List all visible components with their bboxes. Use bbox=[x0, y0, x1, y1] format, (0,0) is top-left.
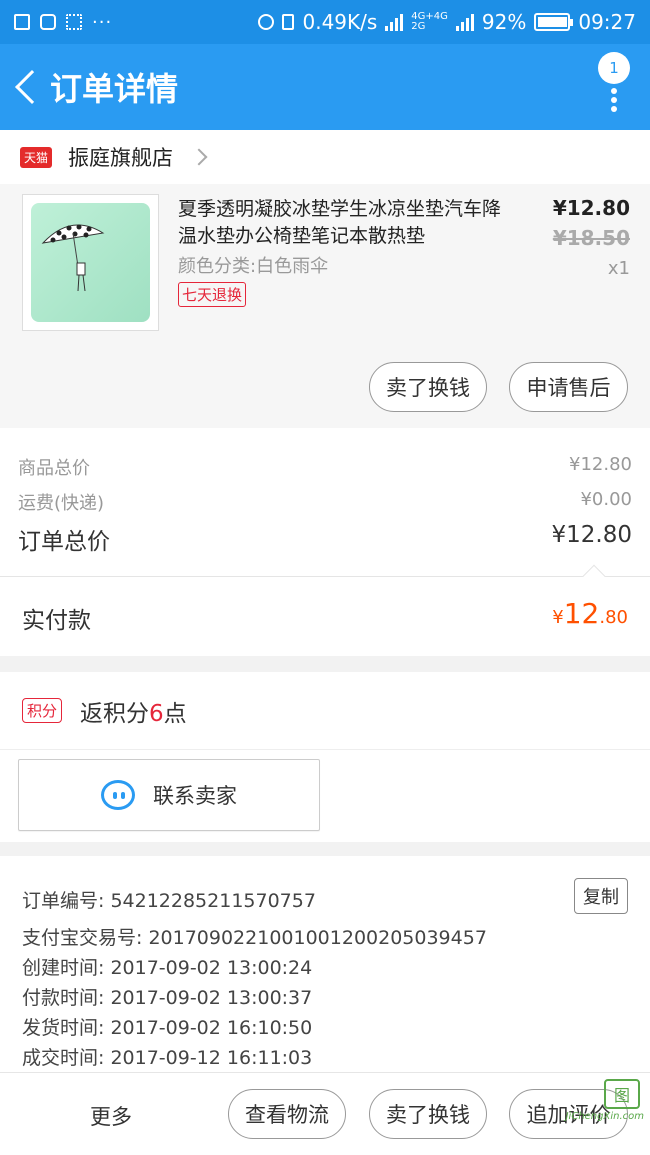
app-header: 订单详情 1 bbox=[0, 44, 650, 130]
product-thumbnail[interactable] bbox=[22, 194, 159, 331]
clock: 09:27 bbox=[578, 10, 636, 34]
after-sale-button[interactable]: 申请售后 bbox=[509, 362, 628, 412]
goods-total-row: 商品总价 ¥12.80 bbox=[18, 454, 632, 480]
view-logistics-button[interactable]: 查看物流 bbox=[228, 1089, 346, 1139]
more-dots-icon: ··· bbox=[92, 11, 113, 33]
notification-badge: 1 bbox=[598, 52, 630, 84]
points-text: 返积分6点 bbox=[80, 694, 187, 728]
points-badge: 积分 bbox=[22, 698, 63, 723]
product-quantity: x1 bbox=[607, 258, 630, 279]
package-icon bbox=[40, 14, 56, 30]
return-policy-badge: 七天退换 bbox=[178, 282, 247, 307]
apps-icon bbox=[66, 14, 82, 30]
product-price: ¥12.80 bbox=[552, 196, 630, 220]
network-type-icon: 4G+4G 2G bbox=[411, 11, 448, 32]
paid-currency: ¥ bbox=[552, 607, 564, 628]
bottom-action-bar: 更多 查看物流 卖了换钱 追加评价 图 JiChengXin.com bbox=[0, 1072, 650, 1155]
tmall-icon: 天猫 bbox=[20, 146, 53, 168]
paid-value: ¥12.80 bbox=[552, 597, 628, 630]
contact-seller-label: 联系卖家 bbox=[153, 784, 237, 808]
vibrate-icon bbox=[282, 14, 295, 30]
alipay-trade-number: 支付宝交易号: 2017090221001001200205039457 bbox=[22, 927, 487, 949]
points-suffix: 点 bbox=[163, 700, 187, 727]
points-value: 6 bbox=[149, 700, 164, 727]
price-summary: 商品总价 ¥12.80 运费(快递) ¥0.00 订单总价 ¥12.80 bbox=[0, 428, 650, 576]
paid-row: 实付款 ¥12.80 bbox=[0, 564, 650, 656]
shipping-label: 运费(快递) bbox=[18, 493, 105, 514]
contact-seller-button[interactable]: 联系卖家 bbox=[18, 759, 320, 831]
image-icon bbox=[14, 14, 30, 30]
signal-icon bbox=[385, 13, 404, 31]
contact-section: 联系卖家 bbox=[0, 750, 650, 842]
copy-button[interactable]: 复制 bbox=[574, 878, 628, 914]
location-icon bbox=[258, 14, 275, 30]
paid-decimal: .80 bbox=[599, 607, 628, 628]
shipping-value: ¥0.00 bbox=[580, 489, 632, 510]
product-card: 夏季透明凝胶冰垫学生冰凉坐垫汽车降温水垫办公椅垫笔记本散热垫 颜色分类:白色雨伞… bbox=[0, 184, 650, 428]
product-original-price: ¥18.50 bbox=[552, 226, 630, 250]
chat-icon bbox=[101, 780, 135, 810]
watermark-logo-icon: 图 bbox=[604, 1079, 640, 1109]
paid-label: 实付款 bbox=[22, 608, 91, 634]
points-row: 积分 返积分6点 bbox=[0, 672, 650, 750]
sell-for-cash-button[interactable]: 卖了换钱 bbox=[369, 362, 487, 412]
vertical-dots-icon bbox=[611, 88, 617, 112]
shipped-time: 发货时间: 2017-09-02 16:10:50 bbox=[22, 1017, 313, 1039]
chevron-right-icon bbox=[190, 148, 208, 166]
signal-icon-2 bbox=[455, 13, 474, 31]
goods-total-value: ¥12.80 bbox=[569, 454, 632, 475]
shop-name: 振庭旗舰店 bbox=[68, 146, 174, 170]
battery-icon bbox=[534, 13, 574, 31]
paid-time: 付款时间: 2017-09-02 13:00:37 bbox=[22, 987, 313, 1009]
completed-time: 成交时间: 2017-09-12 16:11:03 bbox=[22, 1047, 313, 1069]
points-prefix: 返积分 bbox=[80, 700, 150, 727]
order-number: 订单编号: 54212285211570757 bbox=[22, 890, 316, 912]
page-title: 订单详情 bbox=[50, 70, 179, 108]
paid-integer: 12 bbox=[563, 597, 600, 630]
more-menu-button[interactable]: 1 bbox=[598, 52, 634, 122]
order-total-label: 订单总价 bbox=[18, 529, 110, 555]
product-title[interactable]: 夏季透明凝胶冰垫学生冰凉坐垫汽车降温水垫办公椅垫笔记本散热垫 bbox=[178, 196, 518, 250]
order-total-value: ¥12.80 bbox=[551, 522, 632, 548]
goods-total-label: 商品总价 bbox=[18, 458, 90, 479]
back-arrow-icon[interactable] bbox=[15, 70, 49, 104]
sell-for-cash-bottom-button[interactable]: 卖了换钱 bbox=[369, 1089, 487, 1139]
order-total-row: 订单总价 ¥12.80 bbox=[18, 522, 632, 556]
created-time: 创建时间: 2017-09-02 13:00:24 bbox=[22, 957, 313, 979]
watermark-text: JiChengXin.com bbox=[565, 1111, 644, 1122]
shop-row[interactable]: 天猫 振庭旗舰店 bbox=[0, 130, 650, 184]
shipping-row: 运费(快递) ¥0.00 bbox=[18, 489, 632, 515]
more-button[interactable]: 更多 bbox=[90, 1101, 132, 1131]
network-speed: 0.49K/s bbox=[302, 10, 378, 34]
battery-percent: 92% bbox=[481, 10, 527, 34]
status-bar: ··· 0.49K/s 4G+4G 2G 92% 09:27 bbox=[0, 0, 650, 44]
gel-pad-image bbox=[31, 203, 150, 322]
product-variant: 颜色分类:白色雨伞 bbox=[178, 256, 329, 277]
umbrella-girl-illustration bbox=[41, 224, 105, 292]
order-info: 订单编号: 54212285211570757 支付宝交易号: 20170902… bbox=[0, 856, 650, 1072]
